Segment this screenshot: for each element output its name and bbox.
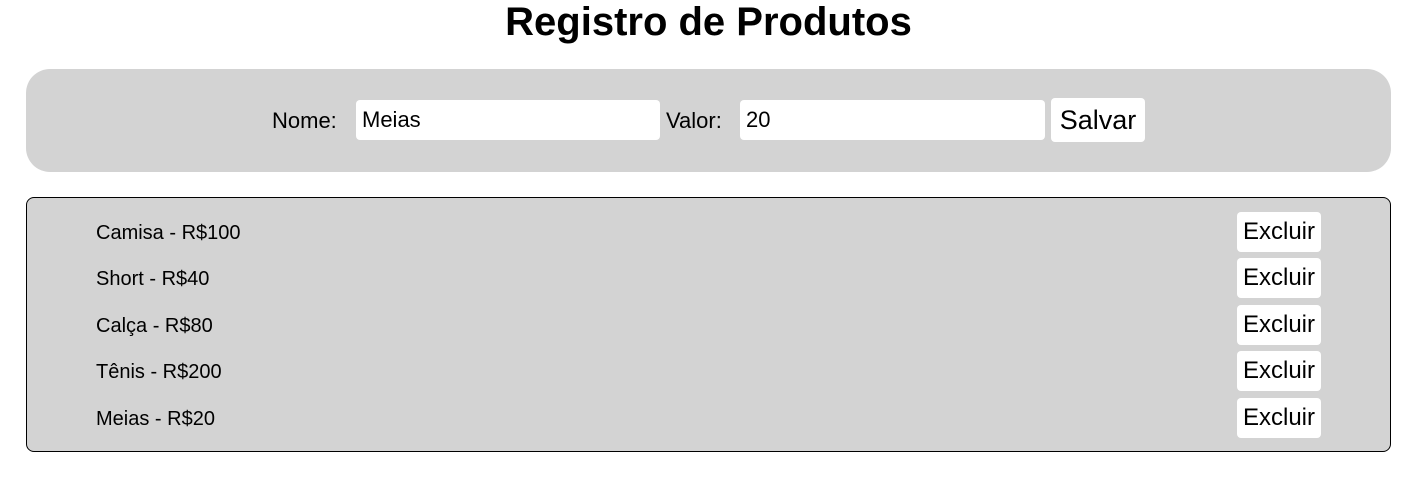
delete-button[interactable]: Excluir [1237, 398, 1321, 438]
page-title: Registro de Produtos [505, 0, 912, 44]
product-label: Tênis - R$200 [96, 361, 222, 383]
name-input[interactable] [356, 100, 660, 140]
product-label: Short - R$40 [96, 268, 210, 290]
delete-button[interactable]: Excluir [1237, 258, 1321, 298]
delete-button[interactable]: Excluir [1237, 305, 1321, 345]
value-input[interactable] [740, 100, 1045, 140]
product-form: Nome: Valor: Salvar [26, 69, 1391, 172]
value-label: Valor: [666, 108, 722, 133]
product-item: Tênis - R$200 Excluir [27, 351, 1390, 391]
delete-button[interactable]: Excluir [1237, 212, 1321, 252]
save-button[interactable]: Salvar [1051, 98, 1145, 142]
page: Registro de Produtos Nome: Valor: Salvar… [0, 0, 1425, 492]
product-label: Meias - R$20 [96, 408, 215, 430]
product-item: Camisa - R$100 Excluir [27, 212, 1390, 252]
product-label: Calça - R$80 [96, 315, 213, 337]
product-item: Short - R$40 Excluir [27, 258, 1390, 298]
name-label: Nome: [272, 108, 337, 133]
product-item: Meias - R$20 Excluir [27, 398, 1390, 438]
delete-button[interactable]: Excluir [1237, 351, 1321, 391]
product-list-panel: Camisa - R$100 Excluir Short - R$40 Excl… [26, 197, 1391, 452]
product-label: Camisa - R$100 [96, 222, 241, 244]
product-item: Calça - R$80 Excluir [27, 305, 1390, 345]
